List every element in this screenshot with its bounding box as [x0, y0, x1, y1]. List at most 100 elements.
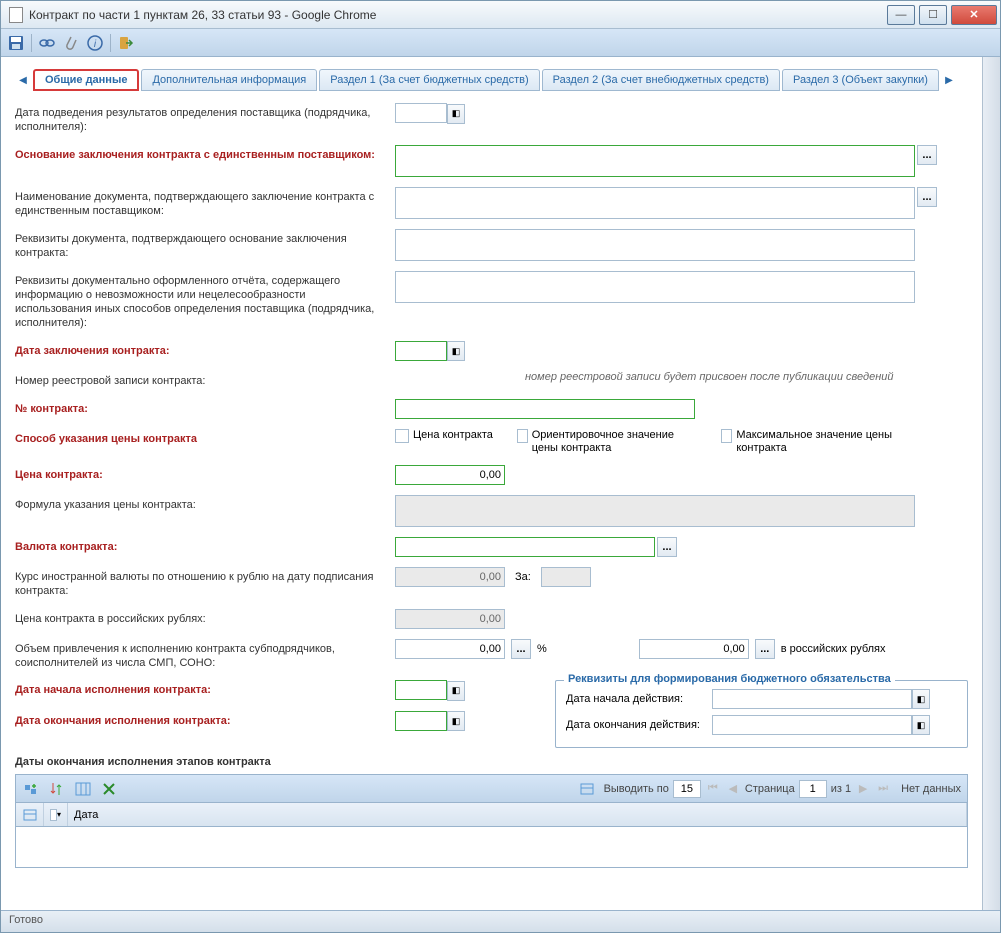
link-icon[interactable]	[38, 34, 56, 52]
tab-additional[interactable]: Дополнительная информация	[141, 69, 317, 91]
label-doc-name: Наименование документа, подтверждающего …	[15, 187, 395, 219]
exit-icon[interactable]	[117, 34, 135, 52]
calendar-icon[interactable]: ◧	[912, 715, 930, 735]
input-contract-no[interactable]	[395, 399, 695, 419]
label-result-date: Дата подведения результатов определения …	[15, 103, 395, 135]
label-doc-req: Реквизиты документа, подтверждающего осн…	[15, 229, 395, 261]
calendar-icon[interactable]: ◧	[447, 104, 465, 124]
input-price[interactable]	[395, 465, 505, 485]
input-report-req[interactable]	[395, 271, 915, 303]
status-text: Готово	[9, 914, 43, 926]
grid-refresh-icon[interactable]	[578, 780, 596, 798]
label-end-date: Дата окончания исполнения контракта:	[15, 711, 395, 728]
stages-grid: Выводить по ⏮ ◀ Страница из 1 ▶ ⏭ Нет да…	[15, 774, 968, 868]
input-bo-start[interactable]	[712, 689, 912, 709]
chk-label-approx: Ориентировочное значение цены контракта	[532, 429, 697, 455]
tab-scroll-right[interactable]: ▶	[941, 69, 957, 91]
label-contract-date: Дата заключения контракта:	[15, 341, 395, 358]
budget-requisites-box: Реквизиты для формирования бюджетного об…	[555, 680, 968, 748]
grid-excel-icon[interactable]	[100, 780, 118, 798]
main-toolbar: i	[1, 29, 1000, 57]
input-doc-name[interactable]	[395, 187, 915, 219]
input-start-date[interactable]	[395, 680, 447, 700]
save-icon[interactable]	[7, 34, 25, 52]
pager-page[interactable]	[799, 780, 827, 798]
input-bo-end[interactable]	[712, 715, 912, 735]
lookup-button[interactable]: ...	[917, 145, 937, 165]
input-rate	[395, 567, 505, 587]
pager-last-icon[interactable]: ⏭	[875, 781, 891, 797]
grid-select-all[interactable]	[50, 809, 57, 821]
input-smp-rub[interactable]	[639, 639, 749, 659]
calendar-icon[interactable]: ◧	[912, 689, 930, 709]
grid-columns-icon[interactable]	[74, 780, 92, 798]
tab-general[interactable]: Общие данные	[33, 69, 139, 91]
grid-body	[16, 827, 967, 867]
pager-first-icon[interactable]: ⏮	[705, 781, 721, 797]
titlebar: Контракт по части 1 пунктам 26, 33 стать…	[1, 1, 1000, 29]
label-price-rub: Цена контракта в российских рублях:	[15, 609, 395, 626]
pager-nodata: Нет данных	[901, 783, 961, 795]
checkbox-price[interactable]	[395, 429, 409, 443]
chk-label-max: Максимальное значение цены контракта	[736, 429, 901, 455]
grid-header-icon	[23, 809, 37, 821]
pager-prev-icon[interactable]: ◀	[725, 781, 741, 797]
lookup-button[interactable]: ...	[657, 537, 677, 557]
input-result-date[interactable]	[395, 103, 447, 123]
main-content: ◀ Общие данные Дополнительная информация…	[1, 57, 982, 910]
tab-section1[interactable]: Раздел 1 (За счет бюджетных средств)	[319, 69, 539, 91]
input-basis[interactable]	[395, 145, 915, 177]
input-end-date[interactable]	[395, 711, 447, 731]
checkbox-max[interactable]	[721, 429, 732, 443]
label-pct: %	[537, 643, 547, 655]
calendar-icon[interactable]: ◧	[447, 681, 465, 701]
attach-icon[interactable]	[62, 34, 80, 52]
tab-strip: ◀ Общие данные Дополнительная информация…	[15, 67, 968, 93]
document-icon	[9, 7, 23, 23]
label-currency: Валюта контракта:	[15, 537, 395, 554]
pager-showby-label: Выводить по	[604, 783, 669, 795]
tab-section2[interactable]: Раздел 2 (За счет внебюджетных средств)	[542, 69, 780, 91]
label-contract-no: № контракта:	[15, 399, 395, 416]
label-start-date: Дата начала исполнения контракта:	[15, 680, 395, 697]
calendar-icon[interactable]: ◧	[447, 711, 465, 731]
lookup-button[interactable]: ...	[755, 639, 775, 659]
chk-label-price: Цена контракта	[413, 429, 493, 442]
label-bo-end: Дата окончания действия:	[566, 719, 712, 731]
pager-page-label: Страница	[745, 783, 795, 795]
input-rate-per	[541, 567, 591, 587]
label-stages: Даты окончания исполнения этапов контрак…	[15, 756, 968, 768]
minimize-button[interactable]: —	[887, 5, 915, 25]
calendar-icon[interactable]: ◧	[447, 341, 465, 361]
maximize-button[interactable]: ☐	[919, 5, 947, 25]
grid-sort-icon[interactable]	[48, 780, 66, 798]
lookup-button[interactable]: ...	[511, 639, 531, 659]
close-button[interactable]: ✕	[951, 5, 997, 25]
label-za: За:	[515, 571, 531, 583]
input-price-formula	[395, 495, 915, 527]
svg-text:i: i	[94, 39, 97, 50]
tab-scroll-left[interactable]: ◀	[15, 69, 31, 91]
label-rub-suffix: в российских рублях	[781, 643, 886, 655]
input-doc-req[interactable]	[395, 229, 915, 261]
input-contract-date[interactable]	[395, 341, 447, 361]
info-icon[interactable]: i	[86, 34, 104, 52]
pager-next-icon[interactable]: ▶	[855, 781, 871, 797]
checkbox-approx[interactable]	[517, 429, 528, 443]
label-report-req: Реквизиты документально оформленного отч…	[15, 271, 395, 331]
grid-col-date[interactable]: Дата	[68, 803, 967, 826]
pager-of-label: из 1	[831, 783, 851, 795]
pager-pagesize[interactable]	[673, 780, 701, 798]
tab-section3[interactable]: Раздел 3 (Объект закупки)	[782, 69, 939, 91]
reg-number-help: номер реестровой записи будет присвоен п…	[525, 371, 893, 383]
input-currency[interactable]	[395, 537, 655, 557]
label-price-formula: Формула указания цены контракта:	[15, 495, 395, 512]
input-smp-pct[interactable]	[395, 639, 505, 659]
lookup-button[interactable]: ...	[917, 187, 937, 207]
label-smp: Объем привлечения к исполнению контракта…	[15, 639, 395, 671]
statusbar: Готово	[1, 910, 1000, 932]
vertical-scrollbar[interactable]	[982, 57, 1000, 910]
label-price: Цена контракта:	[15, 465, 395, 482]
grid-add-icon[interactable]	[22, 780, 40, 798]
label-rate: Курс иностранной валюты по отношению к р…	[15, 567, 395, 599]
